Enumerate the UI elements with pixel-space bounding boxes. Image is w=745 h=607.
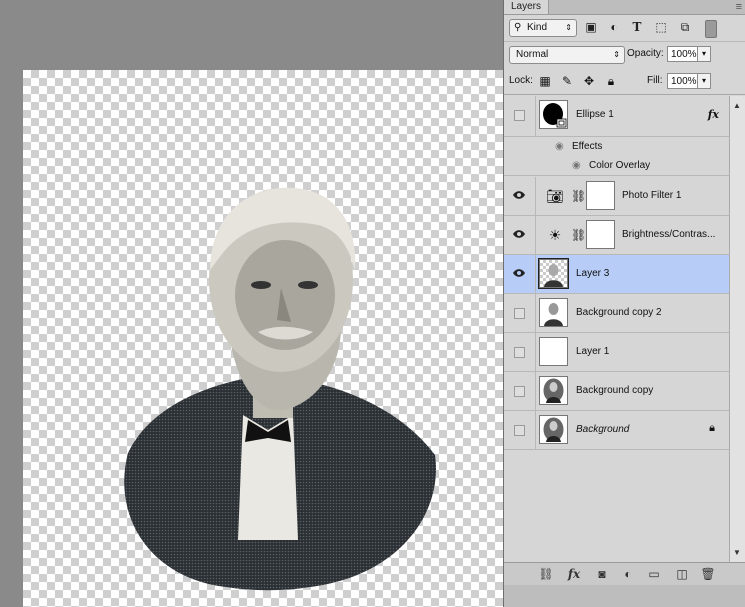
layer-thumbnail <box>539 376 568 405</box>
layer-row-background-copy[interactable]: Background copy <box>504 372 729 411</box>
adjustment-filter-icon[interactable]: ◐ <box>607 20 621 34</box>
visibility-toggle[interactable] <box>514 425 525 436</box>
layer-name: Layer 1 <box>576 346 610 357</box>
layer-thumbnail <box>539 298 568 327</box>
eye-icon[interactable] <box>512 229 526 241</box>
chevron-updown-icon: ⇕ <box>613 50 620 59</box>
layers-list: Ellipse 1 fx ◉ Effects ◉ Color Overlay 📷… <box>504 96 729 562</box>
layer-row-background[interactable]: Background 🔒︎ <box>504 411 729 450</box>
lock-brush-icon[interactable]: ✎ <box>560 73 574 89</box>
image-filter-icon[interactable]: ▣ <box>584 20 598 34</box>
opacity-input[interactable]: 100% <box>667 46 697 62</box>
chevron-updown-icon: ⇕ <box>565 23 572 32</box>
new-layer-icon[interactable]: ◫ <box>674 566 690 582</box>
fill-input[interactable]: 100% <box>667 73 697 89</box>
layer-row-layer-1[interactable]: Layer 1 <box>504 333 729 372</box>
layer-thumbnail <box>539 337 568 366</box>
eye-icon[interactable] <box>512 190 526 202</box>
layer-name: Background copy 2 <box>576 307 662 318</box>
kind-filter-label: Kind <box>527 22 548 33</box>
blend-row: Normal ⇕ Opacity: 100% ▾ <box>504 42 745 68</box>
layer-thumbnail <box>538 258 569 289</box>
layer-name: Layer 3 <box>576 268 610 279</box>
eye-icon[interactable]: ◉ <box>572 160 581 171</box>
eye-icon[interactable] <box>512 268 526 280</box>
smart-object-filter-icon[interactable]: ⧉ <box>678 20 692 34</box>
opacity-label: Opacity: <box>627 48 664 59</box>
ellipse-shape-icon <box>543 103 567 128</box>
lock-row: Lock: ▦ ✎ ✥ 🔒︎ Fill: 100% ▾ <box>504 68 745 95</box>
type-filter-icon[interactable]: T <box>630 20 644 34</box>
portrait-thumb-icon <box>543 417 564 442</box>
panel-menu-icon[interactable]: ≡ <box>736 0 742 14</box>
fill-dropdown-arrow[interactable]: ▾ <box>697 73 711 89</box>
layer-row-ellipse-1[interactable]: Ellipse 1 fx <box>504 96 729 137</box>
brightness-sun-icon: ☀︎ <box>548 227 562 243</box>
filter-toggle-switch[interactable] <box>705 20 717 38</box>
layers-footer-toolbar: ⛓︎ fx ◙ ◐ ▭ ◫ 🗑︎ <box>504 562 745 585</box>
blend-mode-select[interactable]: Normal ⇕ <box>509 46 625 64</box>
layer-name: Brightness/Contras... <box>622 229 716 240</box>
shape-filter-icon[interactable]: ⬚ <box>654 20 668 34</box>
add-mask-icon[interactable]: ◙ <box>594 566 610 582</box>
portrait-thumb-icon <box>544 303 563 326</box>
layer-mask-thumbnail[interactable] <box>586 181 615 210</box>
new-adjustment-layer-icon[interactable]: ◐ <box>620 566 636 582</box>
effects-group[interactable]: ◉ Effects <box>504 137 729 156</box>
eye-icon[interactable]: ◉ <box>555 141 564 152</box>
layer-thumbnail <box>539 100 568 129</box>
effects-label: Effects <box>572 141 603 152</box>
visibility-toggle[interactable] <box>514 386 525 397</box>
lock-label: Lock: <box>509 75 533 86</box>
layer-name: Background copy <box>576 385 654 396</box>
opacity-dropdown-arrow[interactable]: ▾ <box>697 46 711 62</box>
lock-all-icon[interactable]: 🔒︎ <box>604 73 618 89</box>
layer-name: Photo Filter 1 <box>622 190 682 201</box>
layers-scrollbar[interactable]: ▲ ▼ <box>729 96 745 562</box>
layer-thumbnail <box>539 415 568 444</box>
scroll-down-arrow-icon[interactable]: ▼ <box>733 548 741 557</box>
layer-row-layer-3[interactable]: Layer 3 <box>504 255 729 294</box>
panel-tab-bar: Layers ≡ <box>504 0 745 15</box>
camera-icon: 📷︎ <box>546 188 564 204</box>
lock-transparency-icon[interactable]: ▦ <box>538 73 552 89</box>
filter-row: ⚲ Kind ⇕ ▣ ◐ T ⬚ ⧉ <box>504 15 745 42</box>
kind-filter-select[interactable]: ⚲ Kind ⇕ <box>509 19 577 37</box>
effect-color-overlay[interactable]: ◉ Color Overlay <box>504 156 729 176</box>
chain-link-icon[interactable]: ⛓︎ <box>571 226 586 244</box>
visibility-toggle[interactable] <box>514 308 525 319</box>
panel-bottom-area <box>504 585 745 607</box>
chain-link-icon[interactable]: ⛓︎ <box>571 187 586 205</box>
lock-icon: 🔒︎ <box>709 422 715 434</box>
layer-row-background-copy-2[interactable]: Background copy 2 <box>504 294 729 333</box>
effect-name: Color Overlay <box>589 160 651 171</box>
layer-mask-thumbnail[interactable] <box>586 220 615 249</box>
layer-row-photo-filter-1[interactable]: 📷︎ ⛓︎ Photo Filter 1 <box>504 177 729 216</box>
portrait-thumb-icon <box>544 264 563 287</box>
visibility-toggle[interactable] <box>514 347 525 358</box>
portrait-thumb-icon <box>543 378 564 403</box>
delete-layer-trash-icon[interactable]: 🗑︎ <box>700 566 716 582</box>
layer-name: Ellipse 1 <box>576 109 614 120</box>
fill-label: Fill: <box>647 75 663 86</box>
visibility-toggle[interactable] <box>514 110 525 121</box>
layers-panel: Layers ≡ ⚲ Kind ⇕ ▣ ◐ T ⬚ ⧉ Normal ⇕ Opa… <box>503 0 745 607</box>
blend-mode-value: Normal <box>516 49 549 60</box>
tab-layers[interactable]: Layers <box>504 0 550 14</box>
document-canvas[interactable] <box>23 70 513 607</box>
link-layers-icon[interactable]: ⛓︎ <box>538 566 554 582</box>
lock-position-icon[interactable]: ✥ <box>582 73 596 89</box>
search-icon: ⚲ <box>514 22 522 33</box>
layer-name: Background <box>576 424 630 435</box>
layer-row-brightness-contrast[interactable]: ☀︎ ⛓︎ Brightness/Contras... <box>504 216 729 255</box>
scroll-up-arrow-icon[interactable]: ▲ <box>733 101 741 110</box>
portrait-image <box>124 187 437 591</box>
add-layer-style-icon[interactable]: fx <box>566 566 582 582</box>
fx-icon[interactable]: fx <box>708 108 719 121</box>
new-group-folder-icon[interactable]: ▭ <box>646 566 662 582</box>
